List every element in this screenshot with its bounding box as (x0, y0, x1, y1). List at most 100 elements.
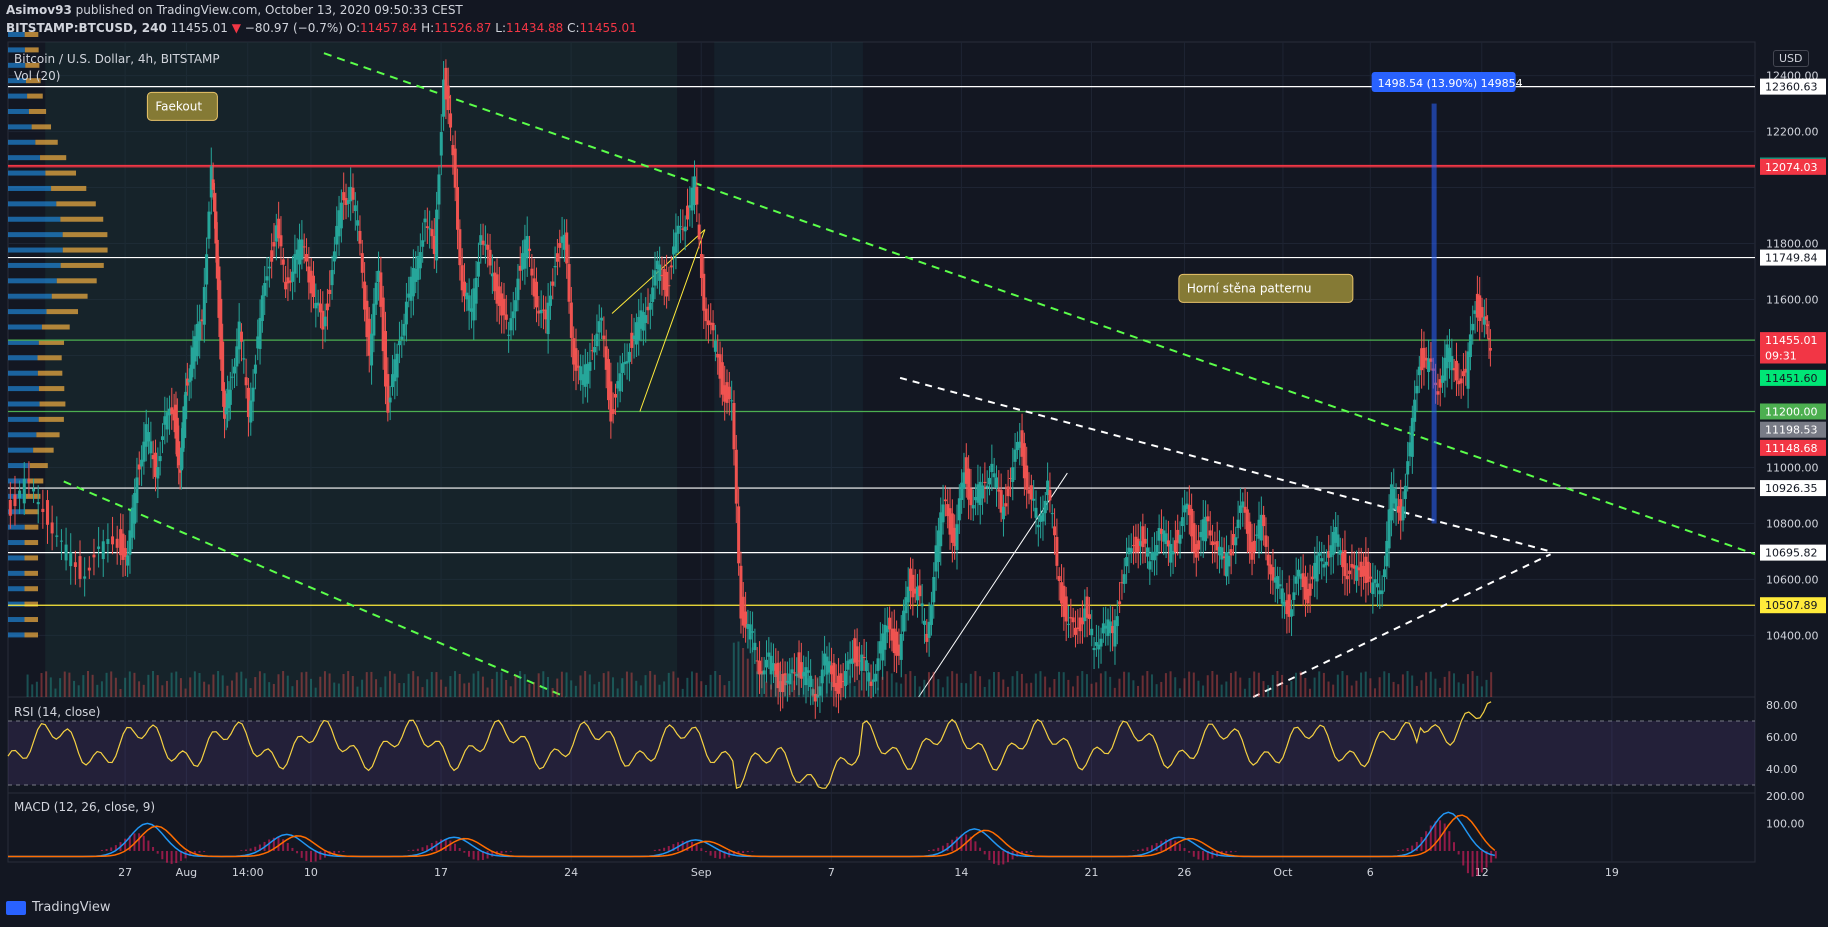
volume-bar (1243, 688, 1246, 697)
candle-body (1050, 513, 1054, 515)
macd-histogram-bar (927, 850, 930, 851)
candle-body (45, 500, 49, 525)
volume-bar (556, 678, 559, 697)
volume-legend[interactable]: Vol (20) (14, 69, 60, 83)
volume-bar (152, 671, 155, 697)
volume-bar (1401, 674, 1404, 697)
volume-profile-bar (8, 108, 29, 114)
candle-body (328, 289, 332, 295)
candle-body (644, 315, 648, 324)
candle-body (106, 539, 110, 544)
currency-badge[interactable]: USD (1773, 50, 1809, 67)
candle-body (1064, 596, 1068, 622)
author-name[interactable]: Asimov93 (6, 3, 72, 17)
macd-histogram-bar (653, 849, 656, 851)
chart-screen: 10400.00 10600.00 10800.00 11000.00 11200.00… (0, 0, 1828, 927)
candle-body (600, 317, 604, 321)
volume-bar (1350, 685, 1353, 697)
volume-bar (900, 683, 903, 697)
volume-profile-bar (8, 278, 57, 284)
macd-histogram-bar (291, 847, 294, 851)
volume-profile-bar (8, 124, 32, 130)
volume-bar (1062, 672, 1065, 697)
volume-bar (635, 680, 638, 697)
volume-bar (1346, 675, 1349, 697)
candle-body (111, 536, 115, 545)
candle-body (697, 224, 701, 240)
macd-legend[interactable]: MACD (12, 26, close, 9) (14, 800, 155, 814)
candle-body (249, 400, 253, 423)
price-chart[interactable]: 10400.00 10600.00 10800.00 11000.00 11200.00… (0, 0, 1828, 927)
volume-bar (1466, 674, 1469, 697)
macd-histogram-bar (296, 850, 299, 854)
volume-bar (1378, 677, 1381, 697)
volume-bar (584, 671, 587, 697)
macd-histogram-bar (1471, 850, 1474, 877)
volume-bar (463, 683, 466, 697)
candle-body (87, 567, 91, 571)
volume-profile-bar (8, 309, 47, 315)
time-tick-label: 14:00 (232, 866, 264, 879)
price-badge-label: 10695.82 (1765, 547, 1818, 560)
volume-bar (45, 671, 48, 697)
volume-bar (231, 680, 234, 697)
candle-body (32, 488, 36, 492)
volume-bar (1462, 683, 1465, 697)
footer-brand[interactable]: TradingView (32, 900, 111, 915)
volume-bar (695, 672, 698, 697)
volume-bar (904, 674, 907, 697)
candle-body (1025, 465, 1029, 490)
candle-body (864, 660, 868, 672)
volume-bar (1085, 674, 1088, 697)
candle-body (1290, 609, 1294, 617)
volume-bar (1225, 681, 1228, 697)
price-badge-label: 11455.01 (1765, 334, 1818, 347)
candle-body (507, 334, 511, 336)
volume-bar (1313, 677, 1316, 697)
rsi-legend[interactable]: RSI (14, close) (14, 705, 100, 719)
volume-bar (1364, 671, 1367, 697)
time-tick-label: 27 (118, 866, 132, 879)
volume-bar (988, 679, 991, 697)
volume-bar (519, 671, 522, 697)
candle-body (18, 490, 22, 499)
time-tick-label: 7 (828, 866, 835, 879)
volume-bar (328, 673, 331, 697)
volume-bar (161, 685, 164, 697)
macd-histogram-bar (305, 850, 308, 861)
candle-body (388, 397, 392, 403)
volume-bar (909, 671, 912, 697)
volume-bar (444, 686, 447, 697)
volume-profile-bar (8, 401, 40, 407)
candle-body (207, 211, 211, 239)
macd-histogram-bar (1132, 850, 1135, 851)
volume-bar (240, 671, 243, 697)
volume-bar (658, 684, 661, 697)
volume-bar (1308, 688, 1311, 697)
volume-bar (686, 677, 689, 697)
volume-bar (1211, 671, 1214, 697)
macd-histogram-bar (458, 848, 461, 851)
volume-profile-bar (24, 617, 39, 623)
macd-histogram-bar (110, 847, 113, 851)
volume-bar (1188, 671, 1191, 697)
time-tick-label: 21 (1085, 866, 1099, 879)
symbol: BITSTAMP:BTCUSD, 240 (6, 21, 167, 35)
chart-title[interactable]: Bitcoin / U.S. Dollar, 4h, BITSTAMP (14, 52, 220, 66)
volume-profile-bar (60, 262, 104, 268)
volume-profile-bar (8, 586, 25, 592)
candle-body (418, 252, 422, 269)
volume-bar (1281, 674, 1284, 697)
volume-bar (1127, 672, 1130, 697)
volume-bar (472, 673, 475, 697)
candle-body (1227, 555, 1231, 567)
volume-bar (77, 685, 80, 697)
volume-bar (49, 677, 52, 697)
candle-body (911, 574, 915, 598)
volume-bar (319, 676, 322, 697)
candle-body (511, 311, 515, 319)
candle-body (404, 301, 408, 325)
price-change: −80.97 (−0.7%) (244, 21, 343, 35)
candle-body (1048, 490, 1052, 501)
candle-body (971, 504, 975, 509)
